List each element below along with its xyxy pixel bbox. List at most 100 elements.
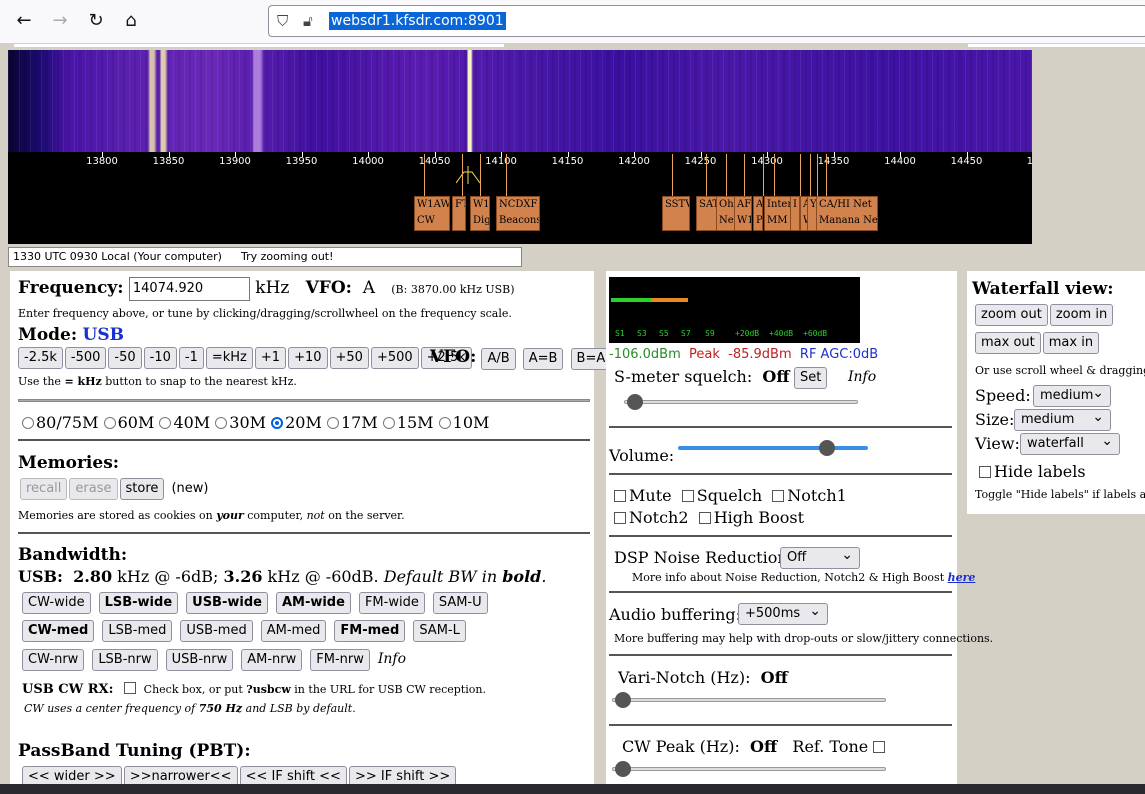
waterfall-image[interactable] xyxy=(8,50,1032,152)
notch2-checkbox[interactable] xyxy=(614,512,626,524)
band-radio-20M[interactable] xyxy=(271,417,284,429)
vfo-controls-label: VFO: xyxy=(430,347,477,367)
highboost-checkbox[interactable] xyxy=(698,512,711,524)
band-radio-17M[interactable] xyxy=(326,417,339,429)
bw-button-am-nrw[interactable]: AM-nrw xyxy=(241,649,303,671)
vfo-button[interactable]: A/B xyxy=(481,348,516,370)
band-label-line2: Net xyxy=(719,215,736,226)
band-label[interactable]: I xyxy=(790,196,800,231)
bw-button-cw-wide[interactable]: CW-wide xyxy=(22,592,91,614)
frequency-scale[interactable]: 13800 13850 13900 13950 14000 14050 14100 14150… xyxy=(8,152,1032,172)
band-radio-60M[interactable] xyxy=(103,417,116,429)
cwpeak-slider[interactable] xyxy=(612,761,886,777)
tune-step-button[interactable]: +1 xyxy=(254,347,287,369)
squelch-checkbox[interactable] xyxy=(681,490,694,502)
divider xyxy=(18,399,590,402)
zoom-in-button[interactable]: zoom in xyxy=(1049,304,1114,326)
max-in-button[interactable]: max in xyxy=(1042,332,1100,354)
bw-button-lsb-wide[interactable]: LSB-wide xyxy=(98,592,179,614)
frequency-input[interactable]: 14074.920 xyxy=(128,277,250,301)
squelch-slider[interactable] xyxy=(624,394,858,410)
band-label-line1: Oha xyxy=(719,199,735,210)
vfo-button[interactable]: A=B xyxy=(522,348,564,370)
bw-button-fm-med[interactable]: FM-med xyxy=(334,620,406,642)
band-label[interactable]: W1A Dig xyxy=(470,196,490,231)
band-radio-40M[interactable] xyxy=(159,417,172,429)
tune-step-button[interactable]: =kHz xyxy=(205,347,253,369)
back-icon[interactable]: ← xyxy=(12,10,36,32)
speed-select[interactable]: medium xyxy=(1033,383,1111,407)
view-select[interactable]: waterfall xyxy=(1020,431,1120,455)
home-icon[interactable]: ⌂ xyxy=(119,10,143,32)
buffer-select[interactable]: +500ms xyxy=(738,601,828,625)
band-label[interactable]: NCDXF Beacons xyxy=(496,196,540,231)
signal-readout: -106.0dBm Peak -85.9dBm RF AGC:0dB xyxy=(609,347,879,362)
dsp-here-link[interactable]: here xyxy=(948,571,976,584)
band-radio-10M[interactable] xyxy=(438,417,451,429)
bw-button-sam-u[interactable]: SAM-U xyxy=(432,592,488,614)
band-label[interactable]: CA/HI Net Manana Net xyxy=(816,196,878,231)
store-button[interactable]: store xyxy=(119,478,165,500)
passband-marker[interactable] xyxy=(455,166,481,184)
s-meter-bar-orange xyxy=(651,298,688,302)
erase-button[interactable]: erase xyxy=(69,478,118,500)
bw-button-lsb-nrw[interactable]: LSB-nrw xyxy=(92,649,158,671)
band-radio-15M[interactable] xyxy=(382,417,395,429)
notch1-checkbox[interactable] xyxy=(772,490,785,502)
forward-icon[interactable]: → xyxy=(48,10,72,32)
bw-button-am-wide[interactable]: AM-wide xyxy=(275,592,351,614)
band-label[interactable]: SAT xyxy=(696,196,718,231)
bw-button-sam-l[interactable]: SAM-L xyxy=(413,620,466,642)
bw-button-cw-nrw[interactable]: CW-nrw xyxy=(22,649,85,671)
bw-button-am-med[interactable]: AM-med xyxy=(260,620,327,642)
hide-labels-checkbox[interactable] xyxy=(979,466,991,478)
reload-icon[interactable]: ↻ xyxy=(84,10,108,32)
insecure-lock-icon[interactable]: 🔓︎ xyxy=(303,12,313,30)
max-out-button[interactable]: max out xyxy=(975,332,1041,354)
tune-step-button[interactable]: -500 xyxy=(64,347,107,369)
dsp-select[interactable]: Off xyxy=(780,545,860,569)
tune-step-button[interactable]: +500 xyxy=(370,347,419,369)
squelch-info-link[interactable]: Info xyxy=(848,369,876,385)
band-label[interactable]: Oha Net xyxy=(716,196,736,231)
varinotch-slider[interactable] xyxy=(612,692,886,708)
waterfall-display[interactable]: 13800 13850 13900 13950 14000 14050 14100 14150… xyxy=(8,50,1032,244)
band-label-line1: W1A xyxy=(473,199,490,210)
band-label-text: 10M xyxy=(452,413,490,432)
usb-cw-checkbox[interactable] xyxy=(123,682,136,694)
shield-icon[interactable]: ⛉ xyxy=(277,12,288,30)
tune-step-button[interactable]: -1 xyxy=(178,347,204,369)
band-radio-80/75M[interactable] xyxy=(22,417,34,429)
size-select[interactable]: medium xyxy=(1014,407,1111,431)
tune-step-button[interactable]: +10 xyxy=(288,347,328,369)
zoom-out-button[interactable]: zoom out xyxy=(975,304,1048,326)
squelch-set-button[interactable]: Set xyxy=(794,367,828,389)
bw-button-usb-med[interactable]: USB-med xyxy=(180,620,253,642)
band-radio-30M[interactable] xyxy=(215,417,228,429)
bw-button-fm-wide[interactable]: FM-wide xyxy=(358,592,425,614)
bw-button-fm-nrw[interactable]: FM-nrw xyxy=(310,649,370,671)
band-label[interactable]: FT xyxy=(452,196,466,231)
bw-button-usb-wide[interactable]: USB-wide xyxy=(186,592,268,614)
band-label[interactable]: W1AW CW xyxy=(414,196,450,231)
volume-slider[interactable] xyxy=(678,440,868,456)
bandwidth-info-link[interactable]: Info xyxy=(378,651,406,667)
band-label-text: 40M xyxy=(173,413,211,432)
band-label[interactable]: SSTV xyxy=(662,196,690,231)
tune-step-button[interactable]: -10 xyxy=(143,347,177,369)
reftone-checkbox[interactable] xyxy=(873,741,886,753)
bw-button-usb-nrw[interactable]: USB-nrw xyxy=(165,649,234,671)
tune-step-button[interactable]: +50 xyxy=(329,347,369,369)
address-bar[interactable]: ⛉ 🔓︎ websdr1.kfsdr.com:8901 xyxy=(268,5,1145,37)
bw-button-cw-med[interactable]: CW-med xyxy=(22,620,95,642)
bw-button-lsb-med[interactable]: LSB-med xyxy=(102,620,173,642)
tune-step-button[interactable]: -2.5k xyxy=(18,347,63,369)
url-text[interactable]: websdr1.kfsdr.com:8901 xyxy=(329,12,506,30)
scale-label: 14250 xyxy=(684,156,717,167)
band-label[interactable]: AF W1 xyxy=(734,196,752,231)
recall-button[interactable]: recall xyxy=(20,478,68,500)
tune-step-button[interactable]: -50 xyxy=(108,347,142,369)
band-label[interactable]: A Pa xyxy=(753,196,763,231)
buffer-label: Audio buffering: xyxy=(609,605,742,624)
mute-checkbox[interactable] xyxy=(614,490,626,502)
